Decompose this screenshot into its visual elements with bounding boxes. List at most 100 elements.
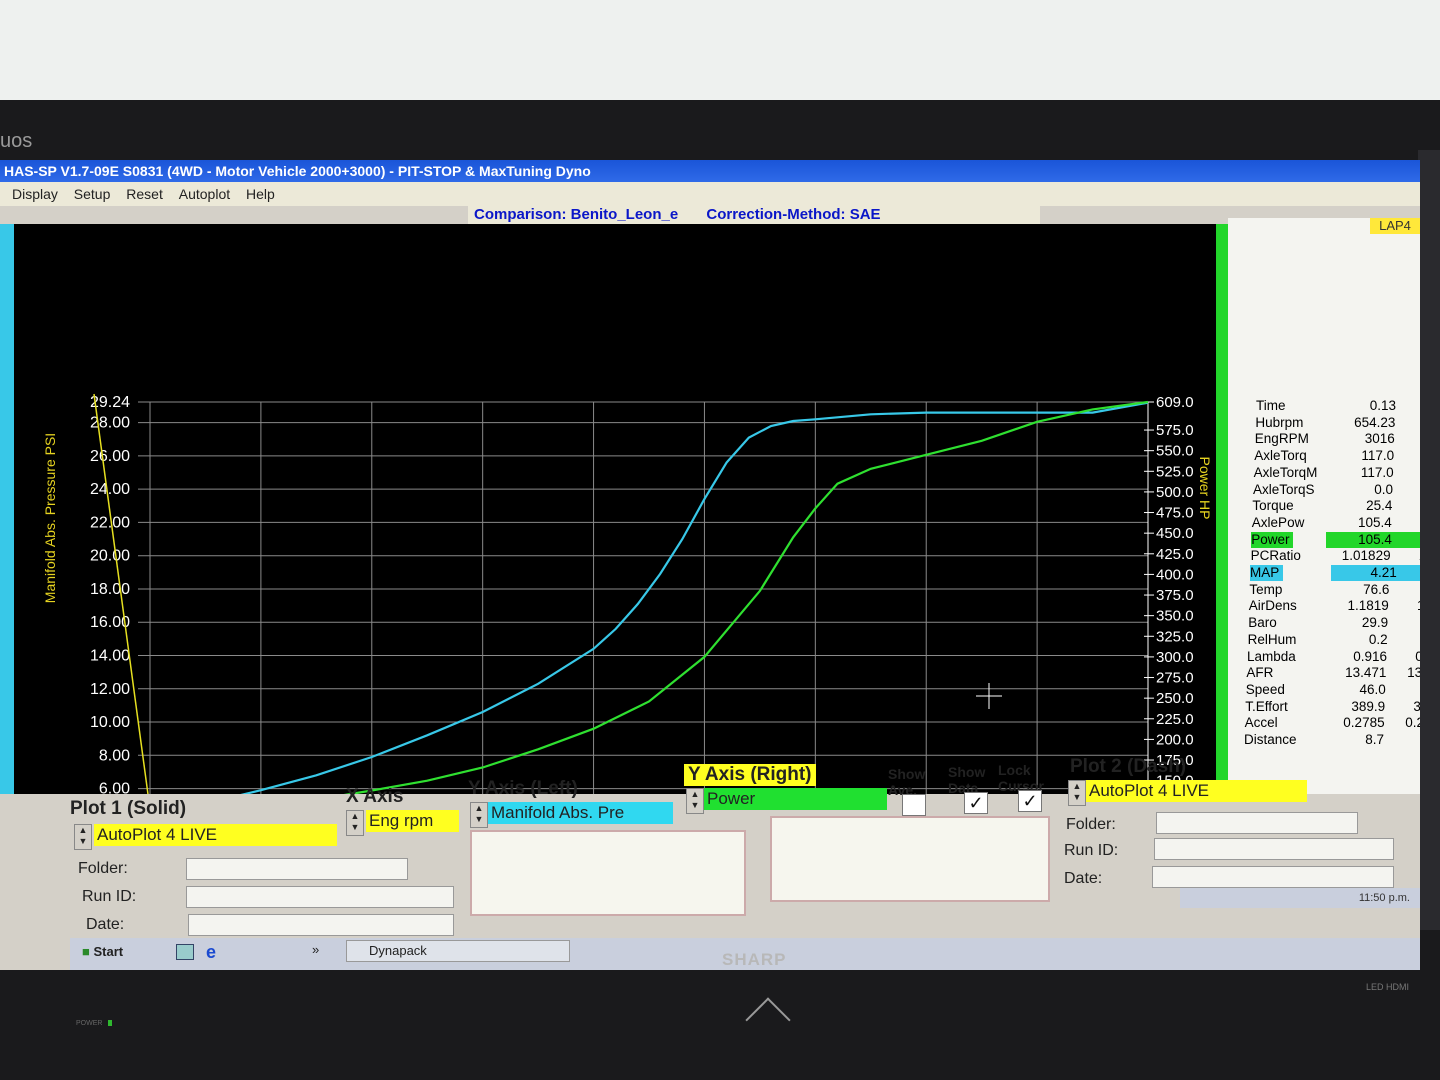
y-left-info-box bbox=[470, 830, 746, 916]
menu-display[interactable]: Display bbox=[12, 182, 58, 206]
plot2-select[interactable]: AutoPlot 4 LIVE bbox=[1086, 780, 1307, 802]
plot2-run-id-label: Run ID: bbox=[1064, 842, 1119, 859]
data-panel-value: 105.4 bbox=[1325, 531, 1392, 548]
y-right-select[interactable]: Power bbox=[704, 788, 887, 810]
plot1-date-label: Date: bbox=[86, 916, 125, 933]
plot2-label: Plot 2 (Dash) bbox=[1070, 756, 1187, 777]
data-panel-row: AFR 13.471 13.471 bbox=[1246, 665, 1420, 681]
y-right-tick-label: 325.0 bbox=[1156, 628, 1194, 645]
x-axis-spinner[interactable]: ▲ ▼ bbox=[346, 810, 364, 836]
data-panel-label: AxleTorqM bbox=[1253, 464, 1318, 480]
data-panel-value: 389.9 bbox=[1351, 698, 1386, 714]
plot1-select[interactable]: AutoPlot 4 LIVE bbox=[94, 824, 337, 846]
data-panel-value-2: 10 bbox=[1391, 531, 1420, 548]
data-panel-column-header: LAP4 bbox=[1370, 218, 1420, 234]
data-panel-label: Temp bbox=[1249, 581, 1283, 597]
y-right-axis-title: Power HP bbox=[1197, 456, 1213, 520]
y-right-tick-label: 550.0 bbox=[1156, 443, 1194, 460]
comparison-label: Comparison: Benito_Leon_e bbox=[474, 206, 679, 223]
data-panel-row: Distance 8.78.7 bbox=[1244, 732, 1420, 748]
data-panel-value-2: 0.916 bbox=[1415, 648, 1420, 664]
y-right-label: Y Axis (Right) bbox=[684, 764, 816, 786]
plot1-date-field[interactable] bbox=[188, 914, 454, 936]
y-left-tick-label: 26.00 bbox=[90, 448, 130, 465]
y-left-select[interactable]: Manifold Abs. Pre bbox=[488, 802, 673, 824]
plot2-date-field[interactable] bbox=[1152, 866, 1394, 888]
dynapack-label: Dynapack bbox=[369, 943, 427, 958]
dyno-chart[interactable]: 3000350040004500500055006000650070007500… bbox=[0, 224, 1228, 794]
data-panel-row: AxleTorqM 117.011 bbox=[1254, 465, 1420, 481]
plot1-spinner[interactable]: ▲ ▼ bbox=[74, 824, 92, 850]
data-panel-value-2: 389.9 bbox=[1413, 698, 1420, 714]
start-button[interactable]: ■ Start bbox=[82, 944, 123, 959]
menu-help[interactable]: Help bbox=[246, 182, 275, 206]
plot1-label: Plot 1 (Solid) bbox=[70, 798, 187, 819]
data-panel-value-2: 76 bbox=[1389, 582, 1420, 598]
taskbar-item-dynapack[interactable]: Dynapack bbox=[346, 940, 570, 962]
data-panel-row: Accel 0.2785 0.2785 bbox=[1245, 715, 1420, 731]
data-panel-value-2: 13.471 bbox=[1407, 665, 1420, 681]
y-right-tick-label: 200.0 bbox=[1156, 731, 1194, 748]
quicklaunch-desktop-icon[interactable] bbox=[176, 944, 194, 960]
y-right-tick-label: 500.0 bbox=[1156, 484, 1194, 501]
series-line-power bbox=[343, 400, 1149, 794]
quicklaunch-more-icon[interactable]: » bbox=[312, 942, 319, 957]
menu-autoplot[interactable]: Autoplot bbox=[179, 182, 230, 206]
y-left-tick-label: 12.00 bbox=[90, 681, 130, 698]
menu-reset[interactable]: Reset bbox=[126, 182, 163, 206]
y-right-tick-label: 225.0 bbox=[1156, 711, 1194, 728]
y-left-tick-label: 18.00 bbox=[90, 581, 130, 598]
y-right-tick-label: 525.0 bbox=[1156, 463, 1194, 480]
data-panel-label: Hubrpm bbox=[1255, 414, 1304, 430]
data-panel-value-2: 4. bbox=[1396, 565, 1420, 581]
data-panel-row: AxleTorq 117.011 bbox=[1254, 448, 1420, 464]
data-panel-value: 117.0 bbox=[1360, 464, 1394, 480]
y-left-tick-label: 24.00 bbox=[90, 481, 130, 498]
plot1-folder-field[interactable] bbox=[186, 858, 408, 880]
x-axis-select[interactable]: Eng rpm bbox=[366, 810, 459, 832]
quicklaunch-ie-icon[interactable]: e bbox=[206, 942, 216, 963]
data-panel-label: Time bbox=[1256, 398, 1286, 413]
y-right-tick-label: 575.0 bbox=[1156, 422, 1194, 439]
y-left-spinner[interactable]: ▲ ▼ bbox=[470, 802, 488, 828]
data-panel-value-2: 46.0 bbox=[1386, 682, 1420, 698]
x-axis-label: X Axis bbox=[346, 786, 404, 807]
data-panel-value: 29.9 bbox=[1361, 615, 1389, 631]
data-panel-row: Torque 25.42 bbox=[1252, 498, 1420, 514]
menu-setup[interactable]: Setup bbox=[74, 182, 111, 206]
data-panel-value-2: 0.2785 bbox=[1405, 715, 1420, 731]
data-panel-label: RelHum bbox=[1247, 631, 1297, 647]
plot1-folder-label: Folder: bbox=[78, 860, 128, 877]
data-panel-label: Accel bbox=[1244, 715, 1278, 731]
lock-cursor-checkbox[interactable]: ✓ bbox=[1018, 790, 1042, 812]
plot1-run-id-field[interactable] bbox=[186, 886, 454, 908]
data-panel-value-2: 11 bbox=[1394, 465, 1420, 481]
data-panel-value: 0.2785 bbox=[1343, 715, 1385, 731]
app-window: HAS-SP V1.7-09E S0831 (4WD - Motor Vehic… bbox=[0, 160, 1420, 970]
data-panel-label: Speed bbox=[1245, 681, 1285, 697]
plot2-run-id-field[interactable] bbox=[1154, 838, 1394, 860]
data-panel-label: AFR bbox=[1246, 665, 1274, 681]
data-panel-row: Speed 46.046.0 bbox=[1246, 682, 1420, 698]
data-panel-value: 117.0 bbox=[1361, 448, 1395, 464]
data-panel-value: 3016 bbox=[1364, 431, 1395, 447]
monitor-model-badge: LED HDMI bbox=[1366, 982, 1410, 992]
data-panel-label: MAP bbox=[1250, 565, 1284, 581]
menu-bar: Display Setup Reset Autoplot Help bbox=[0, 182, 1420, 206]
data-panel-row: Power 105.410 bbox=[1251, 531, 1420, 548]
data-panel-label: AxleTorqS bbox=[1253, 481, 1315, 497]
start-label: Start bbox=[93, 944, 124, 959]
y-left-tick-label: 28.00 bbox=[90, 415, 130, 432]
data-panel-value-2: 8.7 bbox=[1384, 732, 1420, 748]
show-data-checkbox[interactable]: ✓ bbox=[964, 792, 988, 814]
data-panel-label: Lambda bbox=[1247, 648, 1296, 664]
data-panel-value: 0.2 bbox=[1368, 631, 1388, 647]
y-right-tick-label: 300.0 bbox=[1156, 649, 1194, 666]
data-panel-value-2: 11 bbox=[1394, 448, 1420, 464]
show-ave-checkbox[interactable] bbox=[902, 794, 926, 816]
data-panel-label: T.Effort bbox=[1245, 698, 1288, 714]
plot2-spinner[interactable]: ▲ ▼ bbox=[1068, 780, 1086, 806]
data-panel-value-2: 2 bbox=[1392, 498, 1420, 514]
y-right-spinner[interactable]: ▲ ▼ bbox=[686, 788, 704, 814]
plot2-folder-field[interactable] bbox=[1156, 812, 1358, 834]
